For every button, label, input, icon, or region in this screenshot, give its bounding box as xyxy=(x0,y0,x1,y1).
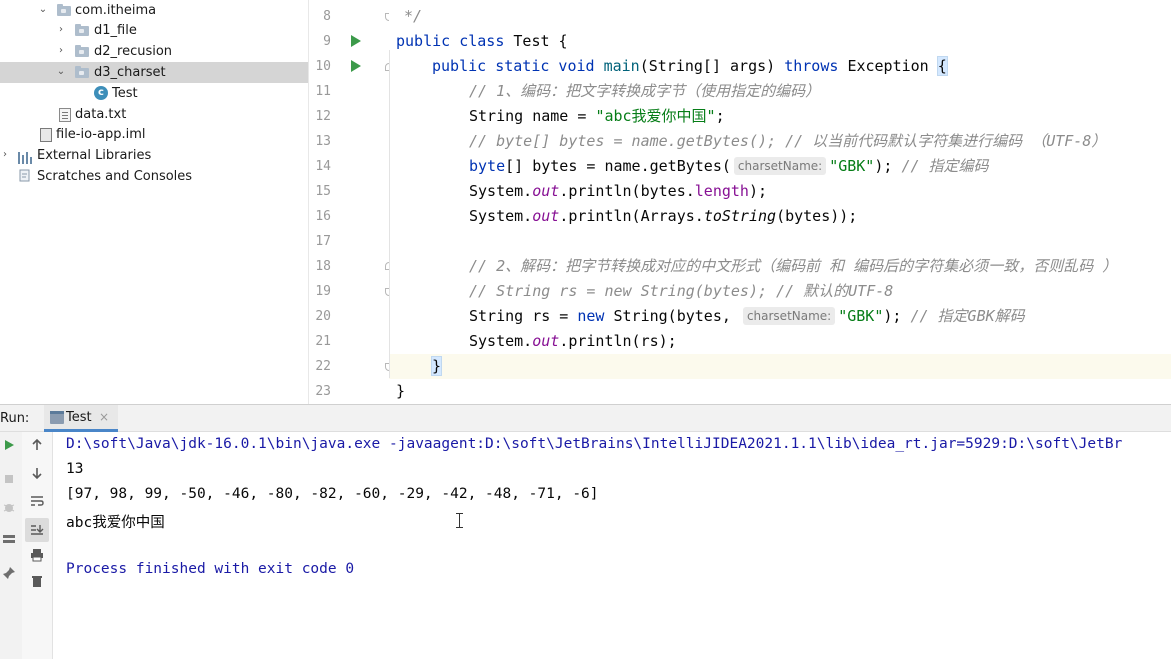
line-number: 16 xyxy=(315,209,331,224)
arrow-up-icon[interactable] xyxy=(28,438,46,456)
chevron-down-icon[interactable]: ⌄ xyxy=(38,5,48,15)
code-line-12: String name = "abc我爱你中国"; xyxy=(469,107,725,125)
java-class-icon: c xyxy=(94,86,108,100)
line-number: 21 xyxy=(315,334,331,349)
run-main-icon[interactable] xyxy=(351,60,361,72)
code-line-19: // String rs = new String(bytes); // 默认的… xyxy=(469,282,894,300)
code-line-16: System.out.println(Arrays.toString(bytes… xyxy=(469,207,858,225)
scratches-icon xyxy=(18,169,32,183)
package-icon xyxy=(57,4,71,16)
run-side-toolbar xyxy=(0,432,23,659)
run-class-icon[interactable] xyxy=(351,35,361,47)
tree-item-scratches[interactable]: Scratches and Consoles xyxy=(0,166,308,187)
project-tree: ⌄ com.itheima › d1_file › d2_recusion ⌄ … xyxy=(0,0,308,404)
debug-icon[interactable] xyxy=(0,500,18,518)
tree-item-label: data.txt xyxy=(75,107,127,122)
line-number: 19 xyxy=(315,284,331,299)
line-number: 15 xyxy=(315,184,331,199)
text-cursor-icon xyxy=(456,513,463,528)
tree-item-label: d2_recusion xyxy=(94,44,173,59)
package-icon xyxy=(75,24,89,36)
code-line-22: } xyxy=(430,356,443,376)
code-line-9: public class Test { xyxy=(396,32,568,50)
code-line-13: // byte[] bytes = name.getBytes(); // 以当… xyxy=(469,132,1107,150)
tree-item-d2-recusion[interactable]: › d2_recusion xyxy=(0,41,308,62)
tree-item-d1-file[interactable]: › d1_file xyxy=(0,20,308,41)
console-line: D:\soft\Java\jdk-16.0.1\bin\java.exe -ja… xyxy=(66,436,1123,452)
text-file-icon xyxy=(59,108,71,122)
tree-item-label: file-io-app.iml xyxy=(56,127,146,142)
line-number: 14 xyxy=(315,159,331,174)
code-line-11: // 1、编码：把文字转换成字节（使用指定的编码） xyxy=(469,82,821,100)
editor-gutter: 8 9 10 11 12 13 14 15 16 17 18 19 20 21 … xyxy=(308,0,393,404)
arrow-down-icon[interactable] xyxy=(28,466,46,484)
line-number: 22 xyxy=(315,359,331,374)
tree-item-data-txt[interactable]: data.txt xyxy=(0,104,308,125)
code-line-14: byte[] bytes = name.getBytes(charsetName… xyxy=(469,157,989,175)
tree-item-label: External Libraries xyxy=(37,148,152,163)
library-icon xyxy=(18,150,32,164)
line-number: 13 xyxy=(315,134,331,149)
code-line-8: */ xyxy=(404,7,423,25)
tree-item-label: d3_charset xyxy=(94,65,166,80)
line-number: 10 xyxy=(315,59,331,74)
package-icon xyxy=(75,66,89,78)
line-number: 17 xyxy=(315,234,331,249)
console-output[interactable]: D:\soft\Java\jdk-16.0.1\bin\java.exe -ja… xyxy=(53,432,1171,659)
tree-item-label: com.itheima xyxy=(75,3,157,18)
chevron-right-icon[interactable]: › xyxy=(56,25,66,35)
tree-item-com-itheima[interactable]: ⌄ com.itheima xyxy=(0,0,308,21)
code-line-21: System.out.println(rs); xyxy=(469,332,677,350)
run-tab-label: Test xyxy=(66,410,92,425)
parameter-hint: charsetName: xyxy=(742,307,836,325)
parameter-hint: charsetName: xyxy=(733,157,827,175)
run-tab-test[interactable]: Test × xyxy=(44,405,118,432)
code-line-10: public static void main(String[] args) t… xyxy=(432,56,948,76)
console-line: abc我爱你中国 xyxy=(66,515,165,531)
console-actions xyxy=(22,432,53,659)
line-number: 12 xyxy=(315,109,331,124)
package-icon xyxy=(75,45,89,57)
line-number: 20 xyxy=(315,309,331,324)
print-icon[interactable] xyxy=(28,548,46,566)
code-line-20: String rs = new String(bytes, charsetNam… xyxy=(469,307,1025,325)
console-line: Process finished with exit code 0 xyxy=(66,561,355,577)
tree-item-label: d1_file xyxy=(94,23,137,38)
module-file-icon xyxy=(40,128,52,142)
chevron-right-icon[interactable]: › xyxy=(0,150,10,160)
code-line-23: } xyxy=(396,382,406,400)
tree-item-iml[interactable]: file-io-app.iml xyxy=(0,124,308,145)
tree-item-external-libraries[interactable]: › External Libraries xyxy=(0,145,308,166)
console-line: 13 xyxy=(66,461,84,477)
stop-icon[interactable] xyxy=(0,472,18,490)
layout-icon[interactable] xyxy=(0,532,18,550)
console-line: [97, 98, 99, -50, -46, -80, -82, -60, -2… xyxy=(66,486,599,502)
line-number: 23 xyxy=(315,384,331,399)
soft-wrap-icon[interactable] xyxy=(28,494,46,512)
run-toolbar: Run: Test × xyxy=(0,404,1171,432)
tree-item-test[interactable]: c Test xyxy=(0,83,308,104)
scroll-to-end-icon[interactable] xyxy=(25,518,49,542)
pin-icon[interactable] xyxy=(0,566,18,584)
code-line-15: System.out.println(bytes.length); xyxy=(469,182,768,200)
line-number: 11 xyxy=(315,84,331,99)
close-icon[interactable]: × xyxy=(99,410,109,424)
tree-item-label: Test xyxy=(112,86,138,101)
rerun-icon[interactable] xyxy=(0,438,18,456)
run-label: Run: xyxy=(0,411,30,426)
current-line-highlight xyxy=(389,354,1171,379)
indent-guide xyxy=(389,50,390,378)
code-line-18: // 2、解码：把字节转换成对应的中文形式（编码前 和 编码后的字符集必须一致，… xyxy=(469,257,1118,275)
chevron-down-icon[interactable]: ⌄ xyxy=(56,67,66,77)
line-number: 18 xyxy=(315,259,331,274)
line-number: 9 xyxy=(323,34,331,49)
tree-item-label: Scratches and Consoles xyxy=(37,169,193,184)
code-editor[interactable]: */ public class Test { public static voi… xyxy=(389,0,1171,404)
trash-icon[interactable] xyxy=(28,574,46,592)
chevron-right-icon[interactable]: › xyxy=(56,46,66,56)
console-icon xyxy=(50,411,64,424)
tree-item-d3-charset[interactable]: ⌄ d3_charset xyxy=(0,62,308,83)
line-number: 8 xyxy=(323,9,331,24)
